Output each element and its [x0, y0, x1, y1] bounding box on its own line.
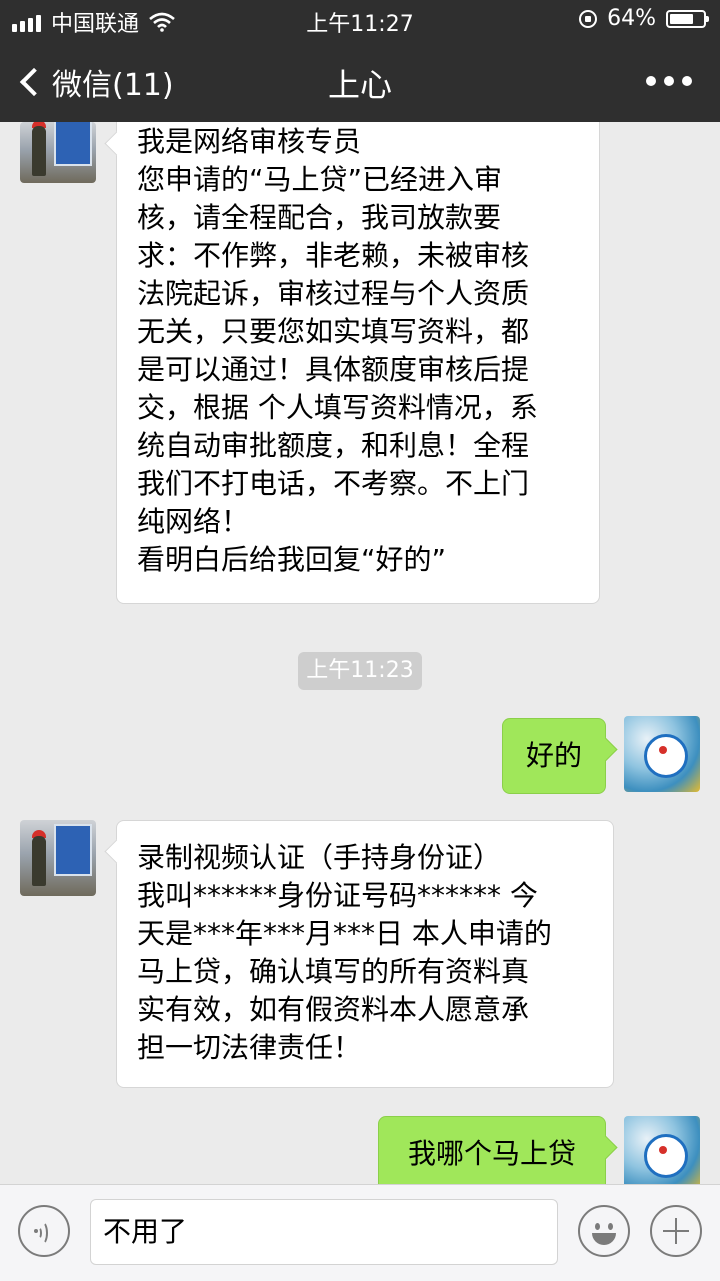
- message-line: 天是***年***月***日 本人申请的: [137, 917, 552, 950]
- contact-avatar[interactable]: [20, 122, 96, 183]
- message-line: 我们不打电话，不考察。不上门: [137, 467, 530, 500]
- more-icon[interactable]: [646, 76, 692, 86]
- message-line: 无关，只要您如实填写资料，都: [137, 315, 530, 348]
- battery-fill: [670, 13, 694, 24]
- message-line: 看明白后给我回复“好的”: [137, 543, 447, 576]
- emoji-icon[interactable]: [578, 1205, 630, 1257]
- status-bar: 中国联通 上午11:27 64%: [0, 0, 720, 40]
- battery-icon: [666, 9, 709, 28]
- message-line: 我是网络审核专员: [137, 125, 362, 158]
- contact-avatar[interactable]: [20, 820, 96, 896]
- message-line: 法院起诉，审核过程与个人资质: [137, 277, 530, 310]
- message-line: 求：不作弊，非老赖，未被审核: [137, 239, 530, 272]
- message-line: 交，根据 个人填写资料情况，系: [137, 391, 538, 424]
- my-avatar[interactable]: [624, 716, 700, 792]
- my-avatar[interactable]: [624, 1116, 700, 1184]
- chat-area[interactable]: 我是网络审核专员 您申请的“马上贷”已经进入审 核，请全程配合，我司放款要 求：…: [0, 122, 720, 1184]
- message-bubble-received[interactable]: 我是网络审核专员 您申请的“马上贷”已经进入审 核，请全程配合，我司放款要 求：…: [116, 122, 600, 604]
- message-line: 实有效，如有假资料本人愿意承: [137, 993, 530, 1026]
- message-line: 马上贷，确认填写的所有资料真: [137, 955, 530, 988]
- input-bar: 不用了: [0, 1184, 720, 1281]
- chat-title: 上心: [327, 66, 392, 104]
- nav-bar: 微信(11) 上心: [0, 40, 720, 122]
- message-line: 担一切法律责任！: [137, 1031, 362, 1064]
- message-line: 统自动审批额度，和利息！全程: [137, 429, 530, 462]
- message-input[interactable]: 不用了: [90, 1199, 558, 1265]
- message-bubble-sent[interactable]: 好的: [502, 718, 606, 794]
- message-line: 纯网络！: [137, 505, 250, 538]
- timestamp-chip: 上午11:23: [298, 652, 422, 690]
- rotation-lock-icon: [579, 9, 598, 28]
- message-bubble-sent[interactable]: 我哪个马上贷: [378, 1116, 606, 1184]
- message-bubble-received[interactable]: 录制视频认证（手持身份证） 我叫******身份证号码****** 今 天是**…: [116, 820, 614, 1088]
- status-right: 64%: [579, 6, 709, 31]
- message-line: 我哪个马上贷: [407, 1137, 576, 1170]
- message-line: 您申请的“马上贷”已经进入审: [137, 163, 503, 196]
- message-line: 我叫******身份证号码****** 今: [137, 879, 538, 912]
- message-line: 好的: [525, 739, 582, 772]
- message-line: 是可以通过！具体额度审核后提: [137, 353, 530, 386]
- message-line: 录制视频认证（手持身份证）: [137, 841, 502, 874]
- battery-percent: 64%: [607, 6, 656, 31]
- plus-icon[interactable]: [650, 1205, 702, 1257]
- message-line: 核，请全程配合，我司放款要: [137, 201, 502, 234]
- voice-icon[interactable]: [18, 1205, 70, 1257]
